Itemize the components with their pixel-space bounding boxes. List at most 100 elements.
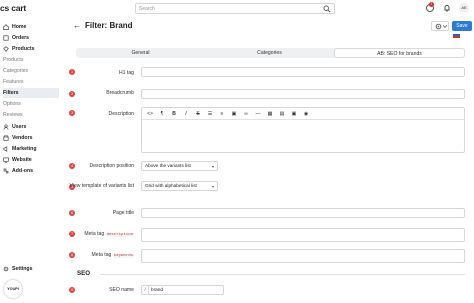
sidebar-item-label: Categories [3, 68, 29, 74]
text-color-icon[interactable]: ▤ [278, 111, 286, 117]
section-divider [100, 274, 465, 275]
sidebar-item-label: Filters [3, 90, 19, 96]
sidebar-item-label: Reviews [3, 112, 23, 118]
back-arrow-icon[interactable]: ← [73, 21, 81, 30]
sidebar-subitem-filters[interactable]: Filters [3, 88, 59, 98]
page-title: Filter: Brand [85, 21, 133, 30]
sidebar-subitem-categories[interactable]: Categories [3, 66, 59, 76]
chevron-down-icon: ▾ [211, 164, 214, 169]
meta-tag-code: description [105, 233, 134, 237]
editor-toolbar: <> ¶ B I S ☰ ≡ ▣ ∞ — ▦ ▤ ▣ ◉ [142, 108, 464, 120]
user-avatar[interactable]: AE [459, 3, 469, 13]
description-position-select[interactable]: Above the variants list ▾ [141, 161, 218, 171]
page-title-input[interactable] [141, 208, 465, 218]
strikethrough-icon[interactable]: S [194, 111, 202, 117]
sidebar-item-addons[interactable]: Add-ons [3, 166, 59, 176]
field-label-view-template: View template of variants list [69, 183, 134, 189]
select-value: Above the variants list [145, 163, 191, 168]
search-placeholder: Search [139, 6, 155, 12]
vendors-icon [3, 135, 9, 141]
code-view-icon[interactable]: <> [146, 111, 154, 117]
description-rich-text-editor[interactable]: <> ¶ B I S ☰ ≡ ▣ ∞ — ▦ ▤ ▣ ◉ [141, 107, 465, 153]
sidebar-item-label: Marketing [12, 146, 37, 152]
home-icon [3, 24, 9, 30]
meta-tag-code: keywords [112, 254, 134, 258]
seo-name-value: brand [151, 287, 163, 292]
table-icon[interactable]: ▦ [266, 111, 274, 117]
sidebar-item-label: Settings [12, 266, 33, 272]
video-icon[interactable]: ◉ [302, 111, 310, 117]
sidebar-item-label: Vendors [12, 135, 33, 141]
sidebar-subitem-options[interactable]: Options [3, 99, 59, 109]
settings-dropdown-button[interactable] [431, 21, 449, 31]
media-icon[interactable]: ▣ [290, 111, 298, 117]
sidebar-item-orders[interactable]: Orders [3, 33, 59, 43]
search-input[interactable]: Search [135, 3, 335, 14]
products-icon [3, 46, 9, 52]
numbered-list-icon[interactable]: ≡ [218, 111, 226, 117]
top-bar: cs cart Search 1 AE [0, 0, 474, 17]
notification-badge: 1 [429, 2, 434, 7]
sidebar-item-label: Orders [12, 35, 30, 41]
field-label-breadcrumb: Breadcrumb [106, 90, 134, 96]
tab-bar: General Categories AB: SEO for brands [76, 48, 465, 58]
tab-seo-for-brands[interactable]: AB: SEO for brands [334, 48, 465, 58]
orders-icon [3, 35, 9, 41]
sidebar-item-label: Options [3, 101, 21, 107]
meta-tag-label: Meta tag [91, 252, 112, 258]
sidebar-item-label: Add-ons [12, 168, 34, 174]
sidebar: Home Orders Products Products Categories… [0, 20, 60, 303]
sidebar-item-website[interactable]: Website [3, 155, 59, 165]
breadcrumb-input[interactable] [141, 89, 465, 99]
link-icon[interactable]: ∞ [242, 111, 250, 117]
chevron-down-icon [443, 25, 447, 28]
tab-general[interactable]: General [76, 48, 205, 58]
image-icon[interactable]: ▣ [230, 111, 238, 117]
users-icon [3, 124, 9, 130]
gear-icon [435, 23, 442, 30]
field-label-meta-description: Meta tag description [64, 231, 134, 238]
meta-keywords-input[interactable] [141, 249, 465, 263]
sidebar-item-label: Products [3, 57, 24, 63]
bold-icon[interactable]: B [170, 111, 178, 117]
seo-name-prefix: / [142, 286, 149, 294]
sidebar-item-label: Home [12, 24, 27, 30]
search-icon[interactable] [323, 5, 331, 13]
italic-icon[interactable]: I [182, 111, 190, 117]
sidebar-item-label: Users [12, 124, 27, 130]
field-label-seo-name: SEO name [109, 287, 134, 293]
app-logo[interactable]: cs cart [0, 3, 26, 13]
language-flag-icon[interactable] [453, 34, 460, 38]
horizontal-rule-icon[interactable]: — [254, 111, 262, 117]
sidebar-item-users[interactable]: Users [3, 122, 59, 132]
save-button[interactable]: Save [452, 21, 472, 31]
field-label-h1-tag: H1 tag [118, 70, 134, 76]
sidebar-item-products[interactable]: Products [3, 44, 59, 54]
website-icon [3, 157, 9, 163]
field-label-meta-keywords: Meta tag keywords [64, 252, 134, 259]
view-template-select[interactable]: Grid with alphabetical list ▾ [141, 181, 218, 191]
sidebar-item-vendors[interactable]: Vendors [3, 133, 59, 143]
meta-tag-label: Meta tag [84, 231, 105, 237]
chevron-down-icon: ▾ [211, 184, 214, 189]
bullet-list-icon[interactable]: ☰ [206, 111, 214, 117]
sidebar-subitem-products[interactable]: Products [3, 55, 59, 65]
field-label-description-position: Description position [89, 163, 134, 169]
sidebar-subitem-features[interactable]: Features [3, 77, 59, 87]
select-value: Grid with alphabetical list [145, 183, 197, 188]
sidebar-subitem-reviews[interactable]: Reviews [3, 110, 59, 120]
h1-tag-input[interactable] [141, 67, 465, 77]
marketing-icon [3, 146, 8, 152]
sidebar-item-home[interactable]: Home [3, 22, 59, 32]
settings-gear-icon [3, 266, 9, 272]
seo-section-heading: SEO [77, 270, 91, 277]
support-widget-badge[interactable]: YOUPI [4, 280, 22, 298]
meta-description-input[interactable] [141, 228, 465, 242]
paragraph-icon[interactable]: ¶ [158, 111, 166, 117]
seo-name-input[interactable]: / brand [141, 285, 224, 295]
bell-icon[interactable] [442, 3, 452, 13]
tab-categories[interactable]: Categories [205, 48, 334, 58]
field-label-page-title: Page title [112, 210, 134, 216]
sidebar-item-marketing[interactable]: Marketing [3, 144, 59, 154]
sidebar-item-settings[interactable]: Settings [3, 264, 59, 274]
